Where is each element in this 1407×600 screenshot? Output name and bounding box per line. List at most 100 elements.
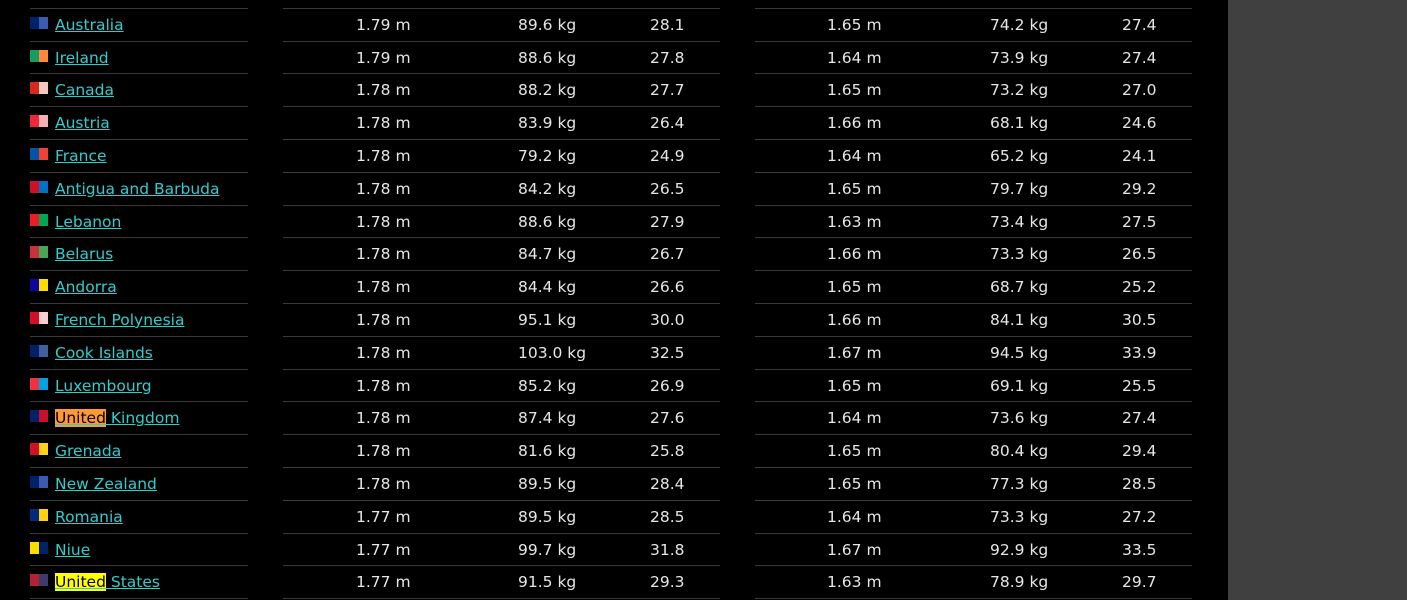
country-link[interactable]: Luxembourg bbox=[55, 377, 152, 395]
country-cell: Canada bbox=[30, 81, 114, 99]
country-name-rest: Kingdom bbox=[105, 409, 180, 428]
table-row: Ireland 1.79 m 88.6 kg 27.8 1.64 m 73.9 kg 27.… bbox=[0, 42, 1228, 75]
country-link[interactable]: New Zealand bbox=[55, 475, 157, 493]
male-bmi-cell: 25.8 bbox=[650, 442, 685, 461]
female-height-cell: 1.66 m bbox=[827, 114, 882, 133]
male-height-cell: 1.78 m bbox=[356, 114, 411, 133]
female-height-cell: 1.64 m bbox=[827, 409, 882, 428]
female-bmi-cell: 27.4 bbox=[1122, 15, 1157, 34]
female-weight-cell: 73.3 kg bbox=[990, 507, 1049, 526]
table-row: Cook Islands 1.78 m 103.0 kg 32.5 1.67 m 94.5… bbox=[0, 337, 1228, 370]
table-row: Grenada 1.78 m 81.6 kg 25.8 1.65 m 80.4 kg 29.… bbox=[0, 435, 1228, 468]
female-bmi-cell: 29.7 bbox=[1122, 573, 1157, 592]
country-cell: France bbox=[30, 147, 107, 165]
male-height-cell: 1.78 m bbox=[356, 343, 411, 362]
female-height-cell: 1.65 m bbox=[827, 81, 882, 100]
flag-icon bbox=[30, 49, 48, 62]
table-row: Luxembourg 1.78 m 85.2 kg 26.9 1.65 m 69.1 kg… bbox=[0, 370, 1228, 403]
male-bmi-cell: 26.7 bbox=[650, 245, 685, 264]
country-link[interactable]: French Polynesia bbox=[55, 311, 184, 329]
female-height-cell: 1.65 m bbox=[827, 278, 882, 297]
female-bmi-cell: 29.4 bbox=[1122, 442, 1157, 461]
male-height-cell: 1.77 m bbox=[356, 507, 411, 526]
male-weight-cell: 89.5 kg bbox=[518, 474, 577, 493]
country-link[interactable]: Romania bbox=[55, 508, 123, 526]
male-weight-cell: 83.9 kg bbox=[518, 114, 577, 133]
female-height-cell: 1.65 m bbox=[827, 376, 882, 395]
female-height-cell: 1.65 m bbox=[827, 179, 882, 198]
male-bmi-cell: 24.9 bbox=[650, 146, 685, 165]
male-bmi-cell: 27.9 bbox=[650, 212, 685, 231]
male-weight-cell: 88.6 kg bbox=[518, 212, 577, 231]
country-cell: Luxembourg bbox=[30, 377, 152, 395]
flag-icon bbox=[30, 508, 48, 521]
male-weight-cell: 91.5 kg bbox=[518, 573, 577, 592]
female-height-cell: 1.64 m bbox=[827, 507, 882, 526]
country-link[interactable]: Canada bbox=[55, 81, 114, 99]
search-highlight: United bbox=[55, 573, 106, 592]
country-cell: Ireland bbox=[30, 49, 109, 67]
table-row: Niue 1.77 m 99.7 kg 31.8 1.67 m 92.9 kg 33.5 bbox=[0, 534, 1228, 567]
table-row: United Kingdom 1.78 m 87.4 kg 27.6 1.64 m 73.… bbox=[0, 402, 1228, 436]
female-bmi-cell: 33.5 bbox=[1122, 540, 1157, 559]
country-link[interactable]: Cook Islands bbox=[55, 344, 153, 362]
country-link[interactable]: Austria bbox=[55, 114, 110, 132]
country-link[interactable]: Belarus bbox=[55, 245, 113, 263]
female-bmi-cell: 25.2 bbox=[1122, 278, 1157, 297]
male-bmi-cell: 27.8 bbox=[650, 48, 685, 67]
female-bmi-cell: 30.5 bbox=[1122, 310, 1157, 329]
female-weight-cell: 74.2 kg bbox=[990, 15, 1049, 34]
country-link[interactable]: France bbox=[55, 147, 107, 165]
country-link[interactable]: Grenada bbox=[55, 442, 121, 460]
country-link[interactable]: Niue bbox=[55, 541, 90, 559]
flag-icon bbox=[30, 115, 48, 128]
table-row bbox=[0, 0, 1228, 9]
male-height-cell: 1.78 m bbox=[356, 278, 411, 297]
table-row: Andorra 1.78 m 84.4 kg 26.6 1.65 m 68.7 kg 25.… bbox=[0, 271, 1228, 304]
female-bmi-cell: 27.4 bbox=[1122, 48, 1157, 67]
female-height-cell: 1.67 m bbox=[827, 343, 882, 362]
female-weight-cell: 68.7 kg bbox=[990, 278, 1049, 297]
table-row: Austria 1.78 m 83.9 kg 26.4 1.66 m 68.1 kg 24.… bbox=[0, 107, 1228, 140]
country-cell: Australia bbox=[30, 16, 124, 34]
row-divider bbox=[755, 598, 1192, 600]
row-divider bbox=[283, 598, 720, 600]
male-bmi-cell: 28.4 bbox=[650, 474, 685, 493]
male-height-cell: 1.78 m bbox=[356, 212, 411, 231]
country-cell: United Kingdom bbox=[30, 409, 180, 428]
male-bmi-cell: 29.3 bbox=[650, 573, 685, 592]
male-height-cell: 1.78 m bbox=[356, 146, 411, 165]
country-link[interactable]: Australia bbox=[55, 16, 124, 34]
country-cell: Niue bbox=[30, 541, 90, 559]
flag-icon bbox=[30, 311, 48, 324]
data-table: Australia 1.79 m 89.6 kg 28.1 1.65 m 74.2 kg 2… bbox=[0, 0, 1228, 600]
male-height-cell: 1.78 m bbox=[356, 409, 411, 428]
country-link[interactable]: United Kingdom bbox=[55, 409, 180, 428]
country-link[interactable]: Ireland bbox=[55, 49, 109, 67]
male-bmi-cell: 26.5 bbox=[650, 179, 685, 198]
country-cell: Belarus bbox=[30, 245, 113, 263]
table-row: Romania 1.77 m 89.5 kg 28.5 1.64 m 73.3 kg 27.… bbox=[0, 501, 1228, 534]
male-bmi-cell: 26.9 bbox=[650, 376, 685, 395]
female-weight-cell: 65.2 kg bbox=[990, 146, 1049, 165]
female-weight-cell: 77.3 kg bbox=[990, 474, 1049, 493]
flag-icon bbox=[30, 475, 48, 488]
male-bmi-cell: 28.5 bbox=[650, 507, 685, 526]
male-weight-cell: 88.6 kg bbox=[518, 48, 577, 67]
female-height-cell: 1.63 m bbox=[827, 212, 882, 231]
male-weight-cell: 81.6 kg bbox=[518, 442, 577, 461]
country-link[interactable]: Andorra bbox=[55, 278, 117, 296]
male-height-cell: 1.78 m bbox=[356, 474, 411, 493]
country-link[interactable]: Antigua and Barbuda bbox=[55, 180, 220, 198]
country-link[interactable]: Lebanon bbox=[55, 213, 121, 231]
country-link[interactable]: United States bbox=[55, 573, 160, 592]
table-row: New Zealand 1.78 m 89.5 kg 28.4 1.65 m 77.3 k… bbox=[0, 468, 1228, 501]
male-weight-cell: 84.7 kg bbox=[518, 245, 577, 264]
female-bmi-cell: 27.0 bbox=[1122, 81, 1157, 100]
row-divider bbox=[30, 598, 248, 600]
female-weight-cell: 92.9 kg bbox=[990, 540, 1049, 559]
female-weight-cell: 73.4 kg bbox=[990, 212, 1049, 231]
male-weight-cell: 95.1 kg bbox=[518, 310, 577, 329]
male-bmi-cell: 26.6 bbox=[650, 278, 685, 297]
country-cell: New Zealand bbox=[30, 475, 157, 493]
